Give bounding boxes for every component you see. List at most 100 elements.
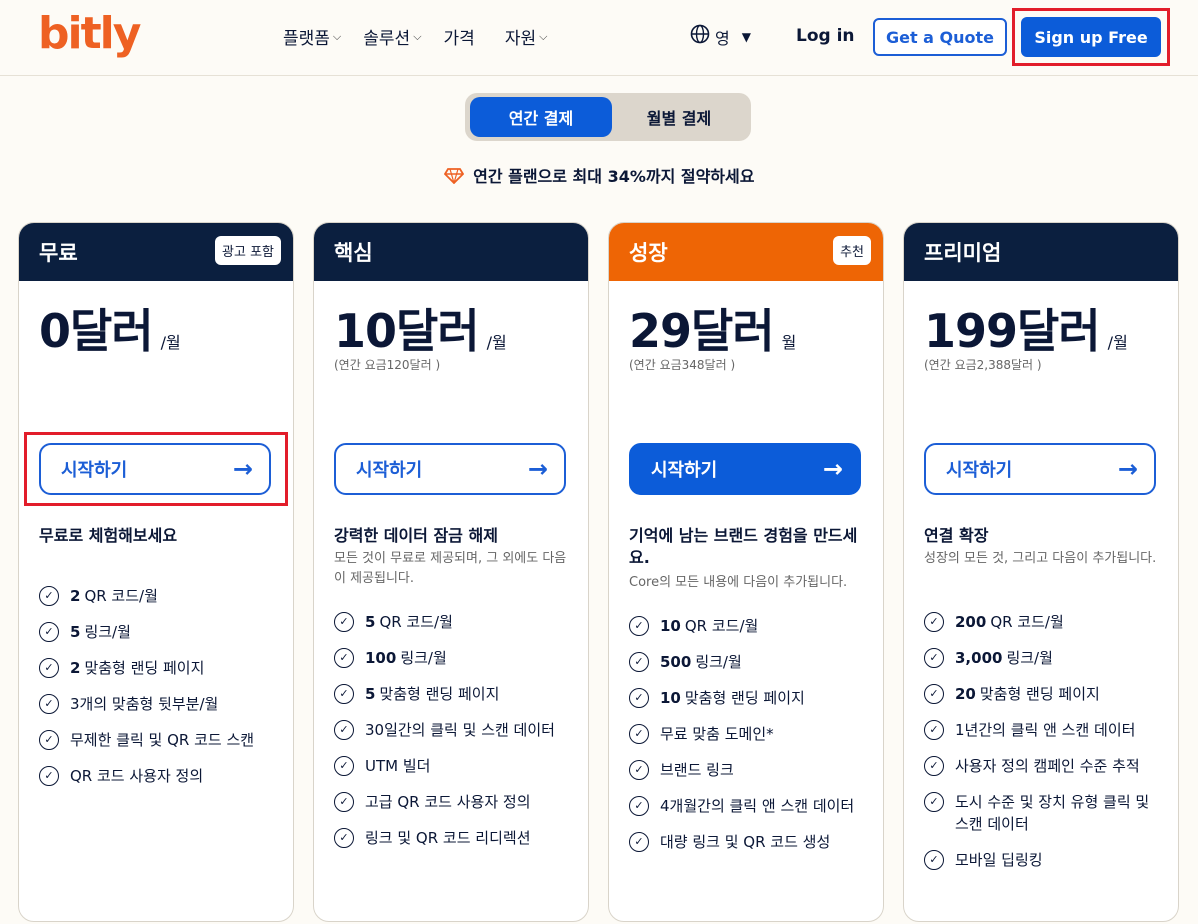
language-label: 영 (715, 28, 730, 48)
globe-icon (690, 24, 710, 49)
check-circle-icon: ✓ (39, 586, 59, 606)
plan-price: 29달러 (629, 304, 775, 358)
main-nav: 플랫폼 ⌵ 솔루션 ⌵ 가격 자원 ⌵ (283, 24, 569, 49)
annual-price-note: (연간 요금2,388달러 ) (924, 358, 1042, 372)
site-header: bitly 플랫폼 ⌵ 솔루션 ⌵ 가격 자원 ⌵ 영 ▼ Log in Get a … (0, 0, 1198, 76)
get-quote-button[interactable]: Get a Quote (873, 18, 1007, 56)
feature-list: ✓ 5 QR 코드/월 ✓ 100 링크/월 ✓ 5 맞춤형 랜딩 페이지 ✓ 30일간의 클… (334, 611, 574, 863)
plan-tagline: 기억에 남는 브랜드 경험을 만드세요. (629, 526, 858, 567)
check-circle-icon: ✓ (334, 648, 354, 668)
billing-toggle: 연간 결제 월별 결제 (465, 93, 751, 141)
list-item: ✓ 10 맞춤형 랜딩 페이지 (629, 687, 869, 709)
list-item: ✓ 2 QR 코드/월 (39, 585, 279, 607)
list-item: ✓ 모바일 딥링킹 (924, 849, 1164, 871)
annual-billing-option[interactable]: 연간 결제 (470, 97, 612, 137)
list-item: ✓ 무제한 클릭 및 QR 코드 스캔 (39, 729, 279, 751)
list-item: ✓ 10 QR 코드/월 (629, 615, 869, 637)
annual-price-note: (연간 요금348달러 ) (629, 358, 736, 372)
list-item: ✓ 200 QR 코드/월 (924, 611, 1164, 633)
check-circle-icon: ✓ (334, 684, 354, 704)
arrow-right-icon: → (1117, 455, 1138, 483)
get-started-button[interactable]: 시작하기 → (629, 443, 861, 495)
chevron-down-icon: ⌵ (539, 29, 548, 43)
list-item: ✓ 3,000 링크/월 (924, 647, 1164, 669)
list-item: ✓ 100 링크/월 (334, 647, 574, 669)
caret-down-icon: ▼ (741, 29, 751, 44)
check-circle-icon: ✓ (924, 684, 944, 704)
price-row: 199달러 /월 (924, 305, 1128, 357)
chevron-down-icon: ⌵ (413, 29, 422, 43)
check-circle-icon: ✓ (334, 792, 354, 812)
list-item: ✓ 20 맞춤형 랜딩 페이지 (924, 683, 1164, 705)
price-period: /월 (1107, 333, 1128, 352)
check-circle-icon: ✓ (924, 720, 944, 740)
plan-name: 무료 (39, 241, 78, 265)
signup-free-button[interactable]: Sign up Free (1021, 17, 1161, 57)
monthly-billing-option[interactable]: 월별 결제 (612, 97, 746, 137)
nav-platform[interactable]: 플랫폼 ⌵ (283, 24, 341, 49)
chevron-down-icon: ⌵ (332, 29, 342, 43)
bitly-logo[interactable]: bitly (38, 8, 141, 59)
check-circle-icon: ✓ (629, 796, 649, 816)
check-circle-icon: ✓ (924, 648, 944, 668)
plan-tagline: 연결 확장 (924, 526, 989, 545)
feature-list: ✓ 200 QR 코드/월 ✓ 3,000 링크/월 ✓ 20 맞춤형 랜딩 페이지 ✓ 1년… (924, 611, 1164, 885)
list-item: ✓ UTM 빌더 (334, 755, 574, 777)
list-item: ✓ 5 QR 코드/월 (334, 611, 574, 633)
check-circle-icon: ✓ (629, 652, 649, 672)
arrow-right-icon: → (822, 455, 843, 483)
cta-highlight-box (24, 432, 288, 506)
plan-badge: 추천 (833, 236, 871, 265)
savings-note: 연간 플랜으로 최대 34%까지 절약하세요 (0, 163, 1198, 187)
check-circle-icon: ✓ (924, 792, 944, 812)
check-circle-icon: ✓ (334, 828, 354, 848)
list-item: ✓ 2 맞춤형 랜딩 페이지 (39, 657, 279, 679)
list-item: ✓ 고급 QR 코드 사용자 정의 (334, 791, 574, 813)
list-item: ✓ 500 링크/월 (629, 651, 869, 673)
check-circle-icon: ✓ (39, 766, 59, 786)
check-circle-icon: ✓ (334, 612, 354, 632)
annual-price-note: (연간 요금120달러 ) (334, 358, 441, 372)
check-circle-icon: ✓ (629, 724, 649, 744)
plan-card-core: 핵심 10달러 /월 (연간 요금120달러 ) 시작하기 → 강력한 데이터 잠… (313, 222, 589, 922)
language-selector[interactable]: 영 ▼ (690, 24, 751, 49)
list-item: ✓ 도시 수준 및 장치 유형 클릭 및 스캔 데이터 (924, 791, 1164, 835)
nav-solutions[interactable]: 솔루션 ⌵ (363, 24, 421, 49)
plan-card-free: 무료 광고 포함 0달러 /월 시작하기 → 무료로 체험해보세요 ✓ 2 QR 코드… (18, 222, 294, 922)
list-item: ✓ 대량 링크 및 QR 코드 생성 (629, 831, 869, 853)
check-circle-icon: ✓ (629, 688, 649, 708)
price-row: 0달러 /월 (39, 305, 181, 357)
list-item: ✓ 30일간의 클릭 및 스캔 데이터 (334, 719, 574, 741)
plan-subtagline: Core의 모든 내용에 다음이 추가됩니다. (629, 575, 848, 590)
plan-header: 핵심 (314, 223, 588, 281)
check-circle-icon: ✓ (39, 694, 59, 714)
check-circle-icon: ✓ (39, 730, 59, 750)
price-row: 10달러 /월 (334, 305, 507, 357)
check-circle-icon: ✓ (629, 616, 649, 636)
check-circle-icon: ✓ (629, 760, 649, 780)
plan-name: 프리미엄 (924, 241, 1002, 265)
feature-list: ✓ 10 QR 코드/월 ✓ 500 링크/월 ✓ 10 맞춤형 랜딩 페이지 ✓ 무료 맞춤… (629, 615, 869, 867)
nav-resources[interactable]: 자원 ⌵ (505, 24, 548, 49)
get-started-button[interactable]: 시작하기 → (334, 443, 566, 495)
get-started-button[interactable]: 시작하기 → (924, 443, 1156, 495)
list-item: ✓ 브랜드 링크 (629, 759, 869, 781)
plan-header: 무료 광고 포함 (19, 223, 293, 281)
price-period: /월 (486, 333, 507, 352)
arrow-right-icon: → (527, 455, 548, 483)
plan-header: 프리미엄 (904, 223, 1178, 281)
plan-price: 199달러 (924, 304, 1101, 358)
login-link[interactable]: Log in (796, 26, 855, 46)
list-item: ✓ 사용자 정의 캠페인 수준 추적 (924, 755, 1164, 777)
list-item: ✓ 무료 맞춤 도메인* (629, 723, 869, 745)
plan-card-growth: 성장 추천 29달러 월 (연간 요금348달러 ) 시작하기 → 기억에 남는 … (608, 222, 884, 922)
list-item: ✓ QR 코드 사용자 정의 (39, 765, 279, 787)
nav-pricing[interactable]: 가격 (444, 24, 475, 49)
plan-tagline: 강력한 데이터 잠금 해제 (334, 526, 498, 545)
feature-list: ✓ 2 QR 코드/월 ✓ 5 링크/월 ✓ 2 맞춤형 랜딩 페이지 ✓ 3개의 맞춤형 뒷… (39, 585, 279, 801)
price-period: 월 (781, 333, 797, 352)
check-circle-icon: ✓ (629, 832, 649, 852)
plan-subtagline: 모든 것이 무료로 제공되며, 그 외에도 다음이 제공됩니다. (334, 551, 567, 586)
check-circle-icon: ✓ (924, 612, 944, 632)
check-circle-icon: ✓ (924, 756, 944, 776)
